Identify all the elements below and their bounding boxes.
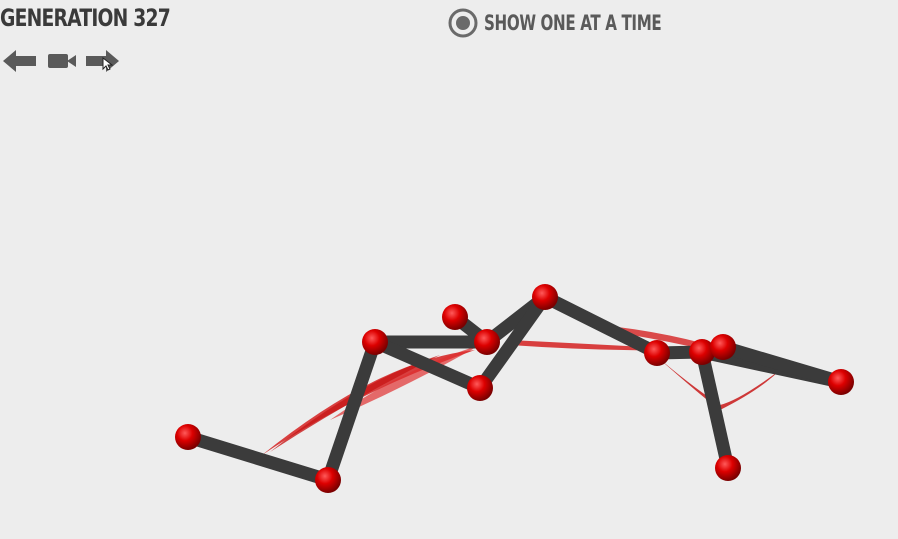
bone bbox=[695, 345, 735, 475]
node bbox=[715, 455, 741, 481]
node bbox=[442, 304, 468, 330]
bone bbox=[181, 430, 335, 487]
node bbox=[644, 340, 670, 366]
node bbox=[710, 334, 736, 360]
node bbox=[532, 284, 558, 310]
bones bbox=[181, 290, 848, 487]
node bbox=[315, 467, 341, 493]
node bbox=[474, 329, 500, 355]
creature-scene bbox=[175, 284, 854, 493]
node bbox=[175, 424, 201, 450]
node bbox=[828, 369, 854, 395]
node bbox=[362, 329, 388, 355]
node bbox=[467, 375, 493, 401]
